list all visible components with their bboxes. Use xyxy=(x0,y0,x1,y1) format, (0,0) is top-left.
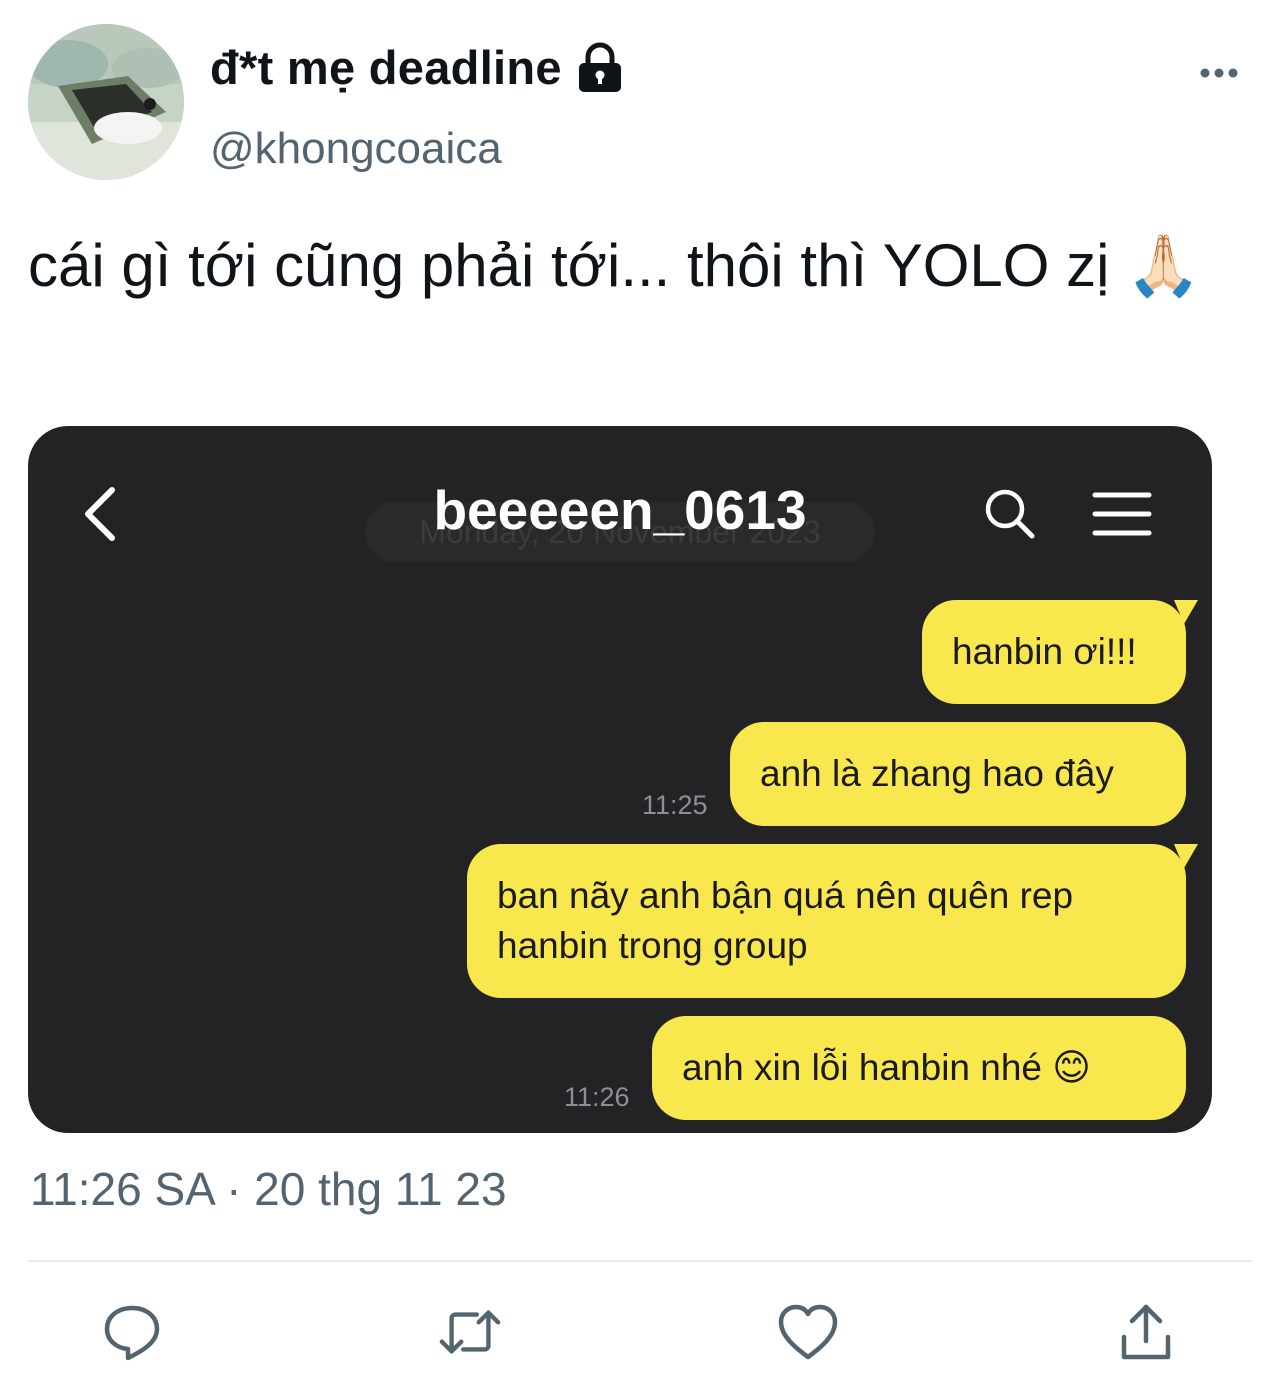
chat-screenshot-image[interactable]: Monday, 20 November 2023 beeeeen_0613 ha… xyxy=(28,426,1212,1133)
lock-icon xyxy=(576,42,624,94)
message-bubble: ban nãy anh bận quá nên quên rep hanbin … xyxy=(467,844,1198,998)
menu-icon xyxy=(1092,490,1152,538)
avatar[interactable] xyxy=(28,24,184,180)
divider xyxy=(28,1260,1252,1262)
bubble-tail xyxy=(1174,600,1198,624)
retweet-icon[interactable] xyxy=(438,1300,502,1364)
message-text: hanbin ơi!!! xyxy=(952,631,1137,672)
message-bubble: anh xin lỗi hanbin nhé 😊 xyxy=(652,1016,1186,1120)
bubble-tail xyxy=(1174,844,1198,868)
search-icon xyxy=(982,486,1038,542)
back-chevron-icon xyxy=(80,484,120,544)
message-text: anh xin lỗi hanbin nhé 😊 xyxy=(682,1047,1091,1088)
chat-title: beeeeen_0613 xyxy=(433,479,807,541)
like-icon[interactable] xyxy=(776,1300,840,1364)
message-bubble: hanbin ơi!!! xyxy=(922,600,1198,704)
user-handle[interactable]: @khongcoaica xyxy=(210,124,502,174)
cartoon-avatar-image xyxy=(28,24,184,180)
message-text: ban nãy anh bận quá nên quên rep hanbin … xyxy=(497,875,1074,966)
display-name[interactable]: đ*t mẹ deadline xyxy=(210,40,624,95)
share-icon[interactable] xyxy=(1114,1300,1178,1364)
reply-icon[interactable] xyxy=(100,1300,164,1364)
message-time: 11:25 xyxy=(642,790,708,820)
message-time: 11:26 xyxy=(564,1082,630,1112)
tweet-text: cái gì tới cũng phải tới... thôi thì YOL… xyxy=(28,232,1201,299)
message-bubble: anh là zhang hao đây xyxy=(730,722,1186,826)
more-options-icon[interactable] xyxy=(1194,48,1244,98)
tweet-timestamp[interactable]: 11:26 SA · 20 thg 11 23 xyxy=(30,1162,507,1216)
display-name-text: đ*t mẹ deadline xyxy=(210,41,562,94)
message-text: anh là zhang hao đây xyxy=(760,753,1114,794)
